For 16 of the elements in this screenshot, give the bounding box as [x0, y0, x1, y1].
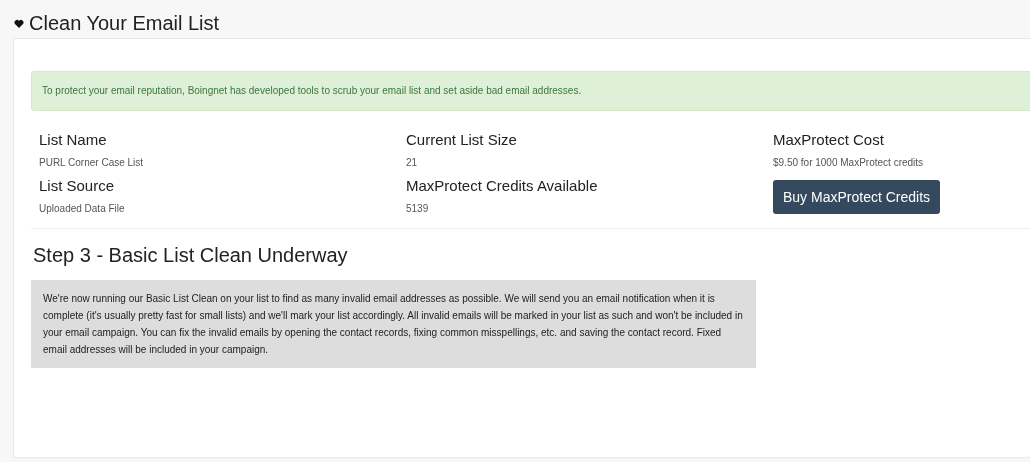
step-heading: Step 3 - Basic List Clean Underway	[33, 244, 349, 267]
buy-credits-button[interactable]: Buy MaxProtect Credits	[773, 180, 941, 214]
heart-icon	[14, 18, 24, 29]
field-value: Uploaded Data File	[39, 203, 126, 214]
info-alert: To protect your email reputation, Boingnet has developed tools to scrub your email list and set aside bad email addresses.	[31, 71, 1030, 111]
field-value: $9.50 for 1000 MaxProtect credits	[773, 157, 925, 168]
field-label: List Source	[39, 177, 116, 194]
field-label: List Name	[39, 131, 108, 148]
status-message: We're now running our Basic List Clean on your list to find as many invalid email addresses as possible. We will send you an email notification when it is complete (it's usually pretty fast for small lists) and we'll mark your list accordingly. All invalid emails will be marked in your list as such and won't be included in your email campaign. You can fix the invalid emails by opening the contact records, fixing common misspellings, etc. and saving the contact record. Fixed email addresses will be included in your campaign.	[31, 280, 756, 368]
field-value: PURL Corner Case List	[39, 157, 145, 168]
field-label: MaxProtect Cost	[773, 131, 885, 148]
field-value: 21	[406, 157, 419, 168]
field-label: MaxProtect Credits Available	[406, 177, 599, 194]
page-title: Clean Your Email List	[29, 12, 220, 35]
field-label: Current List Size	[406, 131, 518, 148]
field-value: 5139	[406, 203, 430, 214]
